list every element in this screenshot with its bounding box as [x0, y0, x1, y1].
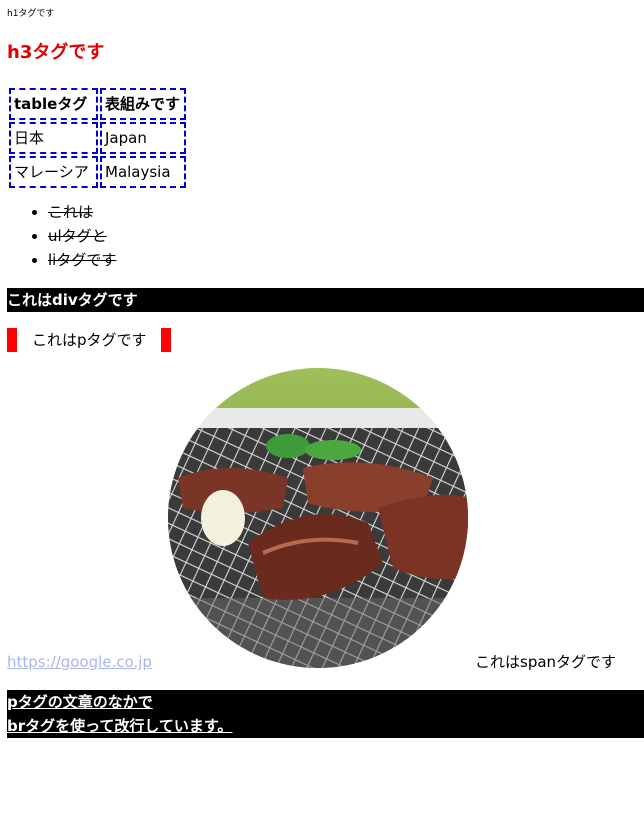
bbq-photo: [168, 368, 468, 668]
table-row: 日本 Japan: [9, 122, 186, 154]
table-cell: Japan: [100, 122, 186, 154]
br-paragraph: pタグの文章のなかで brタグを使って改行しています。: [7, 690, 644, 738]
list-item: liタグです: [48, 248, 116, 272]
br-line: pタグの文章のなかで: [7, 693, 153, 711]
br-line: brタグを使って改行しています。: [7, 717, 233, 735]
bullet-list: これは ulタグと liタグです: [0, 200, 116, 272]
table-row: マレーシア Malaysia: [9, 156, 186, 188]
sample-table: tableタグ 表組みです 日本 Japan マレーシア Malaysia: [7, 86, 188, 190]
google-link[interactable]: https://google.co.jp: [7, 652, 152, 672]
list-item: ulタグと: [48, 224, 116, 248]
h1-heading: h1タグです: [7, 9, 55, 19]
table-cell: Malaysia: [100, 156, 186, 188]
bbq-photo-illustration: [168, 368, 468, 668]
table-cell: マレーシア: [9, 156, 98, 188]
table-header-cell: 表組みです: [100, 88, 186, 120]
h3-heading: h3タグです: [7, 42, 105, 63]
table-header-cell: tableタグ: [9, 88, 98, 120]
p-paragraph: これはpタグです: [7, 328, 171, 352]
div-block: これはdivタグです: [7, 288, 644, 312]
list-item: これは: [48, 200, 116, 224]
span-text: これはspanタグです: [475, 653, 617, 671]
table-header-row: tableタグ 表組みです: [9, 88, 186, 120]
table-cell: 日本: [9, 122, 98, 154]
